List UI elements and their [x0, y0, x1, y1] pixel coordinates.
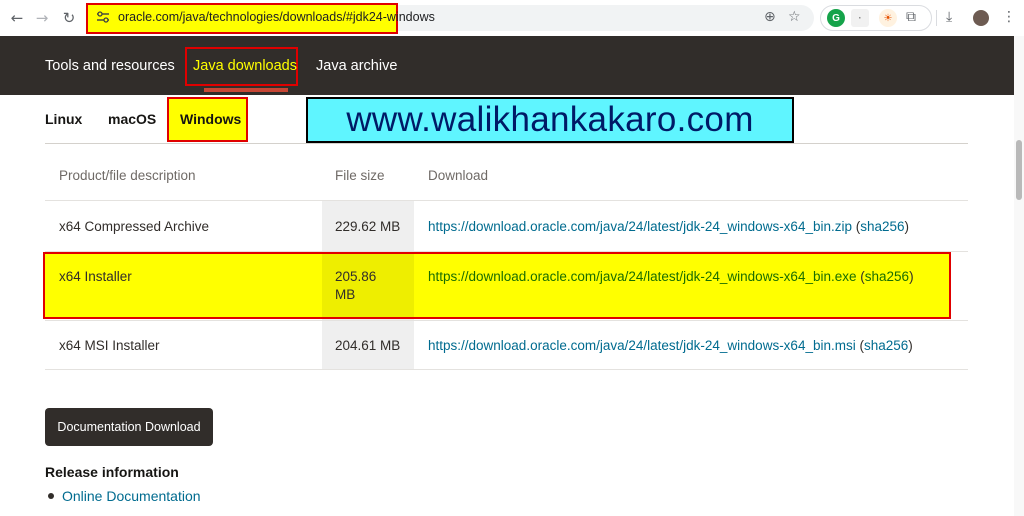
tab-linux[interactable]: Linux — [45, 111, 82, 127]
extension-puzzle-icon[interactable]: ⧉ — [906, 9, 916, 25]
download-icon[interactable]: ⤓ — [946, 9, 952, 25]
profile-avatar[interactable] — [973, 10, 989, 26]
row-file-size-value: 205.86 — [335, 269, 377, 284]
row-description: x64 Installer — [59, 269, 132, 284]
nav-tools-and-resources[interactable]: Tools and resources — [45, 58, 175, 74]
download-link[interactable]: https://download.oracle.com/java/24/late… — [428, 269, 857, 284]
header-download: Download — [428, 168, 489, 183]
tab-macos[interactable]: macOS — [108, 111, 156, 127]
release-information-heading: Release information — [45, 464, 179, 480]
checksum-link[interactable]: sha256 — [865, 269, 909, 284]
bookmark-star-icon[interactable]: ☆ — [788, 9, 801, 25]
browser-toolbar: ← → ↻ oracle.com/java/technologies/downl… — [0, 0, 1024, 36]
documentation-download-button[interactable]: Documentation Download — [45, 408, 213, 446]
zoom-icon[interactable]: ⊕ — [764, 9, 776, 25]
row-download-link-line: https://download.oracle.com/java/24/late… — [428, 269, 914, 284]
header-file-size: File size — [335, 168, 385, 183]
site-info-icon[interactable] — [96, 10, 110, 24]
forward-icon[interactable]: → — [31, 7, 53, 29]
nav-active-underline — [204, 88, 288, 92]
menu-icon[interactable]: ⋮ — [1002, 9, 1016, 25]
row-file-size-unit: MB — [335, 287, 356, 302]
grammarly-extension-icon[interactable]: G — [827, 9, 845, 27]
download-link[interactable]: https://download.oracle.com/java/24/late… — [428, 338, 856, 353]
notification-extension-icon[interactable]: ☀ — [879, 9, 897, 27]
file-size-cell-bg — [322, 254, 414, 317]
row-description: x64 MSI Installer — [59, 338, 160, 353]
download-link[interactable]: https://download.oracle.com/java/24/late… — [428, 219, 852, 234]
row-divider — [45, 369, 968, 370]
extension-icon[interactable]: · — [851, 9, 869, 27]
row-download-link-line: https://download.oracle.com/java/24/late… — [428, 338, 913, 353]
scrollbar-thumb[interactable] — [1016, 140, 1022, 200]
row-description: x64 Compressed Archive — [59, 219, 210, 234]
list-bullet — [48, 493, 54, 499]
java-nav-bar: Tools and resources Java downloads Java … — [0, 36, 1014, 95]
tab-windows[interactable]: Windows — [180, 111, 241, 127]
back-icon[interactable]: ← — [6, 7, 28, 29]
header-description: Product/file description — [59, 168, 196, 183]
online-documentation-link[interactable]: Online Documentation — [62, 488, 201, 504]
row-highlight-annotation — [43, 252, 951, 319]
row-download-link-line: https://download.oracle.com/java/24/late… — [428, 219, 910, 234]
nav-java-downloads[interactable]: Java downloads — [193, 58, 297, 74]
row-divider — [45, 320, 968, 321]
reload-icon[interactable]: ↻ — [58, 7, 80, 29]
checksum-link[interactable]: sha256 — [864, 338, 908, 353]
toolbar-divider — [936, 10, 937, 26]
row-file-size: 229.62 MB — [335, 219, 401, 234]
row-file-size: 204.61 MB — [335, 338, 401, 353]
tab-divider — [45, 143, 968, 144]
nav-java-archive[interactable]: Java archive — [316, 58, 397, 74]
row-divider — [45, 200, 968, 201]
scrollbar-track[interactable] — [1014, 36, 1024, 516]
watermark-banner: www.walikhankakaro.com — [306, 97, 794, 143]
checksum-link[interactable]: sha256 — [860, 219, 904, 234]
url-text[interactable]: oracle.com/java/technologies/downloads/#… — [118, 10, 435, 24]
